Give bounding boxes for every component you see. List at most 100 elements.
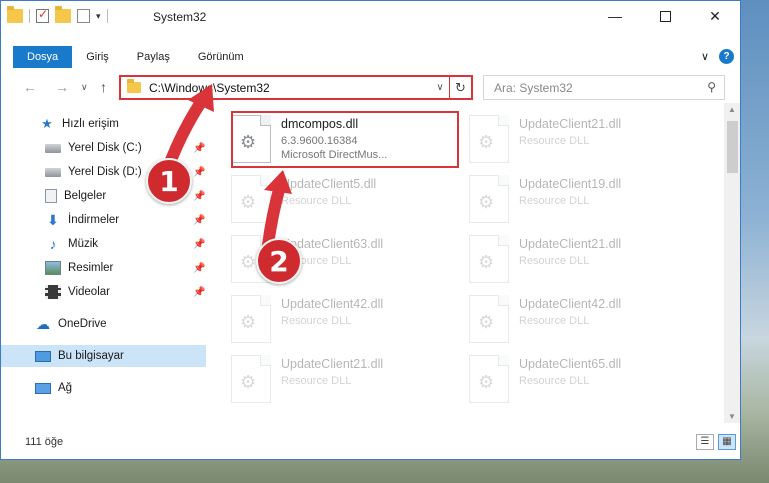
properties-check-icon[interactable]: [36, 7, 49, 23]
pin-icon[interactable]: 📌: [193, 191, 205, 202]
file-item[interactable]: ⚙ UpdateClient42.dll Resource DLL: [451, 287, 676, 347]
star-icon: ★: [41, 116, 53, 131]
file-item[interactable]: ⚙ UpdateClient5.dll Resource DLL: [213, 167, 438, 227]
tab-file[interactable]: Dosya: [13, 46, 73, 68]
address-dropdown-icon[interactable]: ∨: [431, 82, 449, 93]
title-bar: ▾ System32 — ✕: [1, 1, 740, 33]
sidebar-item-local-disk-c[interactable]: Yerel Disk (C:) 📌: [1, 137, 206, 159]
recent-locations-icon[interactable]: ∨: [81, 82, 88, 93]
up-arrow-icon[interactable]: ↑: [100, 79, 107, 95]
sidebar-item-music[interactable]: ♪ Müzik 📌: [1, 233, 206, 255]
dll-file-icon: ⚙: [231, 175, 271, 223]
vertical-scrollbar[interactable]: ▲ ▼: [724, 103, 740, 423]
pictures-icon: [45, 261, 61, 275]
music-icon: ♪: [49, 236, 57, 252]
quick-access-toolbar: ▾: [7, 6, 108, 23]
maximize-button[interactable]: [640, 1, 690, 31]
file-type: Resource DLL: [519, 195, 590, 207]
sidebar-item-label: Belgeler: [64, 190, 107, 202]
file-highlight-box: [231, 111, 459, 168]
drive-icon: [45, 167, 61, 177]
forward-arrow-icon[interactable]: →: [55, 79, 69, 95]
gear-icon: ⚙: [478, 192, 495, 212]
back-arrow-icon[interactable]: ←: [23, 79, 37, 95]
file-item[interactable]: ⚙ UpdateClient63.dll Resource DLL: [213, 227, 438, 287]
tiles-view-icon[interactable]: ▦: [718, 434, 736, 450]
file-type: Resource DLL: [519, 315, 590, 327]
pin-icon[interactable]: 📌: [193, 167, 205, 178]
downloads-icon: ⬇: [47, 212, 59, 228]
file-name: UpdateClient42.dll: [281, 297, 384, 311]
refresh-button[interactable]: ↻: [449, 77, 471, 98]
file-item[interactable]: ⚙ UpdateClient42.dll Resource DLL: [213, 287, 438, 347]
sidebar-item-videos[interactable]: Videolar 📌: [1, 281, 206, 303]
videos-icon: [45, 285, 61, 299]
sidebar-item-network[interactable]: Ağ: [1, 377, 206, 399]
file-item[interactable]: ⚙ UpdateClient21.dll Resource DLL: [451, 107, 676, 167]
sidebar-item-this-pc[interactable]: Bu bilgisayar: [1, 345, 206, 367]
address-bar[interactable]: C:\Windows\System32 ∨ ↻: [119, 75, 473, 100]
dll-file-icon: ⚙: [469, 295, 509, 343]
gear-icon: ⚙: [478, 312, 495, 332]
ribbon-tabs: Dosya Giriş Paylaş Görünüm ∨ ?: [1, 46, 740, 68]
sidebar-item-label: Resimler: [68, 262, 114, 274]
gear-icon: ⚙: [240, 192, 257, 212]
file-item[interactable]: ⚙ UpdateClient19.dll Resource DLL: [451, 167, 676, 227]
tab-home[interactable]: Giriş: [72, 46, 123, 68]
tab-share[interactable]: Paylaş: [123, 46, 184, 68]
help-icon[interactable]: ?: [719, 49, 734, 64]
pin-icon[interactable]: 📌: [193, 287, 205, 298]
gear-icon: ⚙: [240, 312, 257, 332]
sidebar-item-onedrive[interactable]: ☁ OneDrive: [1, 313, 206, 335]
file-explorer-window: ▾ System32 — ✕ Dosya Giriş Paylaş Görünü…: [0, 0, 741, 460]
sidebar-item-pictures[interactable]: Resimler 📌: [1, 257, 206, 279]
view-toggle: ☰ ▦: [696, 434, 736, 450]
gear-icon: ⚙: [240, 372, 257, 392]
file-item[interactable]: ⚙ UpdateClient21.dll Resource DLL: [451, 227, 676, 287]
pin-icon[interactable]: 📌: [193, 143, 205, 154]
search-input[interactable]: Ara: System32 ⚲: [483, 75, 725, 100]
dll-file-icon: ⚙: [469, 355, 509, 403]
gear-icon: ⚙: [478, 252, 495, 272]
dll-file-icon: ⚙: [469, 115, 509, 163]
scroll-thumb[interactable]: [727, 121, 738, 173]
new-folder-icon[interactable]: [55, 6, 71, 23]
file-type: Resource DLL: [519, 135, 590, 147]
search-icon[interactable]: ⚲: [707, 80, 716, 94]
sidebar-item-label: İndirmeler: [68, 214, 120, 226]
scroll-up-arrow-icon[interactable]: ▲: [728, 105, 736, 114]
sidebar-item-label: Müzik: [68, 238, 99, 250]
sidebar-item-label: Yerel Disk (C:): [68, 142, 142, 154]
separator: [106, 9, 108, 23]
minimize-button[interactable]: —: [590, 1, 640, 31]
sidebar-item-downloads[interactable]: ⬇ İndirmeler 📌: [1, 209, 206, 231]
item-count: 111 öğe: [25, 436, 64, 448]
sidebar-item-quick-access[interactable]: ★ Hızlı erişim: [1, 113, 206, 135]
customize-icon[interactable]: [77, 9, 90, 23]
window-title: System32: [153, 10, 207, 24]
tab-view[interactable]: Görünüm: [184, 46, 258, 68]
file-item[interactable]: ⚙ UpdateClient65.dll Resource DLL: [451, 347, 676, 407]
pin-icon[interactable]: 📌: [193, 215, 205, 226]
expand-ribbon-icon[interactable]: ∨: [701, 50, 709, 63]
folder-icon: [127, 79, 141, 93]
pin-icon[interactable]: 📌: [193, 263, 205, 274]
navigation-pane: ★ Hızlı erişim Yerel Disk (C:) 📌 Yerel D…: [1, 109, 206, 409]
dll-file-icon: ⚙: [231, 355, 271, 403]
sidebar-item-label: OneDrive: [58, 318, 107, 330]
drive-icon: [45, 143, 61, 153]
scroll-down-arrow-icon[interactable]: ▼: [728, 412, 736, 421]
folder-icon[interactable]: [7, 6, 23, 23]
file-type: Resource DLL: [281, 375, 352, 387]
qat-dropdown-icon[interactable]: ▾: [96, 11, 101, 22]
file-name: UpdateClient65.dll: [519, 357, 622, 371]
close-button[interactable]: ✕: [690, 1, 740, 31]
file-item[interactable]: ⚙ UpdateClient21.dll Resource DLL: [213, 347, 438, 407]
pin-icon[interactable]: 📌: [193, 239, 205, 250]
gear-icon: ⚙: [478, 372, 495, 392]
file-name: UpdateClient19.dll: [519, 177, 622, 191]
details-view-icon[interactable]: ☰: [696, 434, 714, 450]
sidebar-item-label: Ağ: [58, 382, 73, 394]
onedrive-icon: ☁: [36, 316, 50, 332]
address-path[interactable]: C:\Windows\System32: [149, 81, 431, 95]
